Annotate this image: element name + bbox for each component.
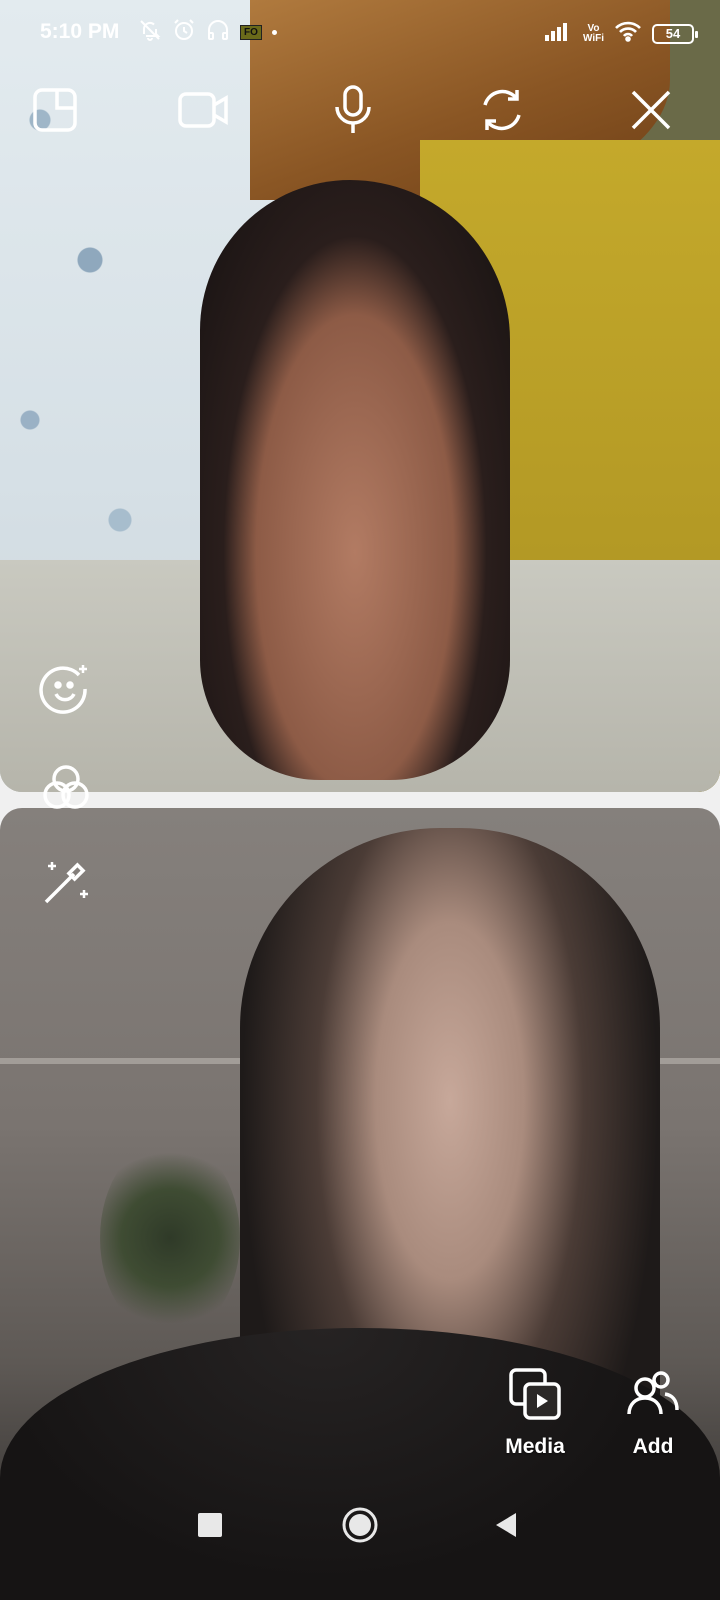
mute-bell-icon [138, 18, 162, 47]
layout-button[interactable] [27, 82, 83, 138]
microphone-button[interactable] [325, 82, 381, 138]
filters-button[interactable] [38, 760, 94, 816]
close-icon [631, 90, 671, 130]
filters-icon [43, 765, 89, 809]
fo-badge: FO [240, 25, 262, 40]
magic-wand-icon [44, 862, 88, 904]
layout-icon [33, 88, 77, 132]
add-participant-button[interactable]: Add [598, 1368, 708, 1459]
media-button[interactable]: Media [480, 1368, 590, 1459]
video-camera-icon [178, 92, 228, 128]
alarm-icon [172, 18, 196, 47]
remote-video-tile[interactable] [0, 808, 720, 1600]
status-time: 5:10 PM [40, 20, 120, 43]
signal-icon [544, 21, 573, 46]
participant-figure [200, 180, 510, 780]
face-effects-icon [39, 665, 87, 714]
home-button[interactable] [335, 1500, 385, 1550]
media-icon [509, 1368, 561, 1420]
recent-apps-icon [198, 1513, 222, 1537]
video-call-screen: 5:10 PM FO Vo WiFi 54 Media Add [0, 0, 720, 1600]
headphones-icon [206, 18, 230, 47]
video-background [100, 1138, 240, 1338]
face-effects-button[interactable] [38, 660, 94, 716]
status-icons-right: Vo WiFi 54 [544, 20, 698, 47]
flip-camera-icon [483, 89, 521, 131]
flip-camera-button[interactable] [474, 82, 530, 138]
back-button[interactable] [480, 1500, 530, 1550]
vowifi-bottom-text: WiFi [582, 32, 604, 44]
vowifi-icon: Vo WiFi [582, 23, 604, 44]
media-label: Media [505, 1435, 565, 1458]
status-bar: 5:10 PM FO Vo WiFi 54 [0, 0, 720, 70]
navigation-bar [0, 1490, 720, 1560]
recent-apps-button[interactable] [185, 1500, 235, 1550]
notification-dot-icon [271, 30, 277, 35]
battery-icon: 54 [652, 23, 698, 44]
microphone-icon [335, 85, 371, 133]
back-icon [496, 1513, 516, 1537]
add-label: Add [632, 1435, 674, 1458]
call-controls [0, 82, 720, 142]
home-icon [342, 1507, 378, 1543]
end-call-close-button[interactable] [623, 82, 679, 138]
add-people-icon [627, 1371, 679, 1415]
video-toggle-button[interactable] [176, 82, 232, 138]
status-icons-left: FO [138, 18, 277, 47]
wifi-icon [614, 20, 642, 47]
magic-wand-button[interactable] [38, 854, 94, 910]
